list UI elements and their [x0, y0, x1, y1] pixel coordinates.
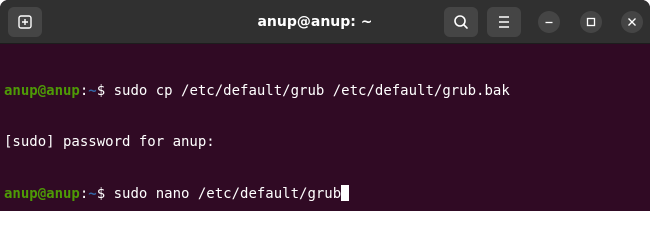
text-cursor	[341, 185, 350, 201]
terminal-line: [sudo] password for anup:	[4, 134, 650, 151]
search-icon	[454, 15, 468, 29]
command-text: sudo cp /etc/default/grub /etc/default/g…	[113, 83, 510, 99]
terminal-line: anup@anup:~$ sudo cp /etc/default/grub /…	[4, 83, 650, 100]
terminal-window: anup@anup: ~ anup@anup:~$ sudo cp /etc/d…	[0, 0, 650, 211]
prompt-symbol: $	[96, 186, 114, 202]
maximize-icon	[586, 17, 596, 27]
terminal-output[interactable]: anup@anup:~$ sudo cp /etc/default/grub /…	[0, 44, 650, 211]
menu-button[interactable]	[487, 7, 521, 37]
prompt-path: ~	[88, 83, 97, 99]
close-icon	[628, 18, 636, 26]
search-button[interactable]	[444, 7, 478, 37]
new-tab-button[interactable]	[8, 7, 42, 37]
new-tab-icon	[18, 15, 32, 29]
minimize-button[interactable]	[538, 11, 560, 33]
minimize-icon	[545, 21, 553, 24]
prompt-path: ~	[88, 186, 97, 202]
window-title: anup@anup: ~	[257, 14, 373, 30]
maximize-button[interactable]	[580, 11, 602, 33]
command-text: sudo nano /etc/default/grub	[113, 186, 342, 202]
prompt-user-host: anup@anup	[4, 83, 80, 99]
title-bar: anup@anup: ~	[0, 0, 650, 44]
prompt-user-host: anup@anup	[4, 186, 80, 202]
hamburger-menu-icon	[499, 16, 509, 28]
output-text: [sudo] password for anup:	[4, 134, 215, 150]
terminal-line: anup@anup:~$ sudo nano /etc/default/grub	[4, 185, 650, 202]
close-button[interactable]	[621, 11, 643, 33]
prompt-symbol: $	[96, 83, 114, 99]
